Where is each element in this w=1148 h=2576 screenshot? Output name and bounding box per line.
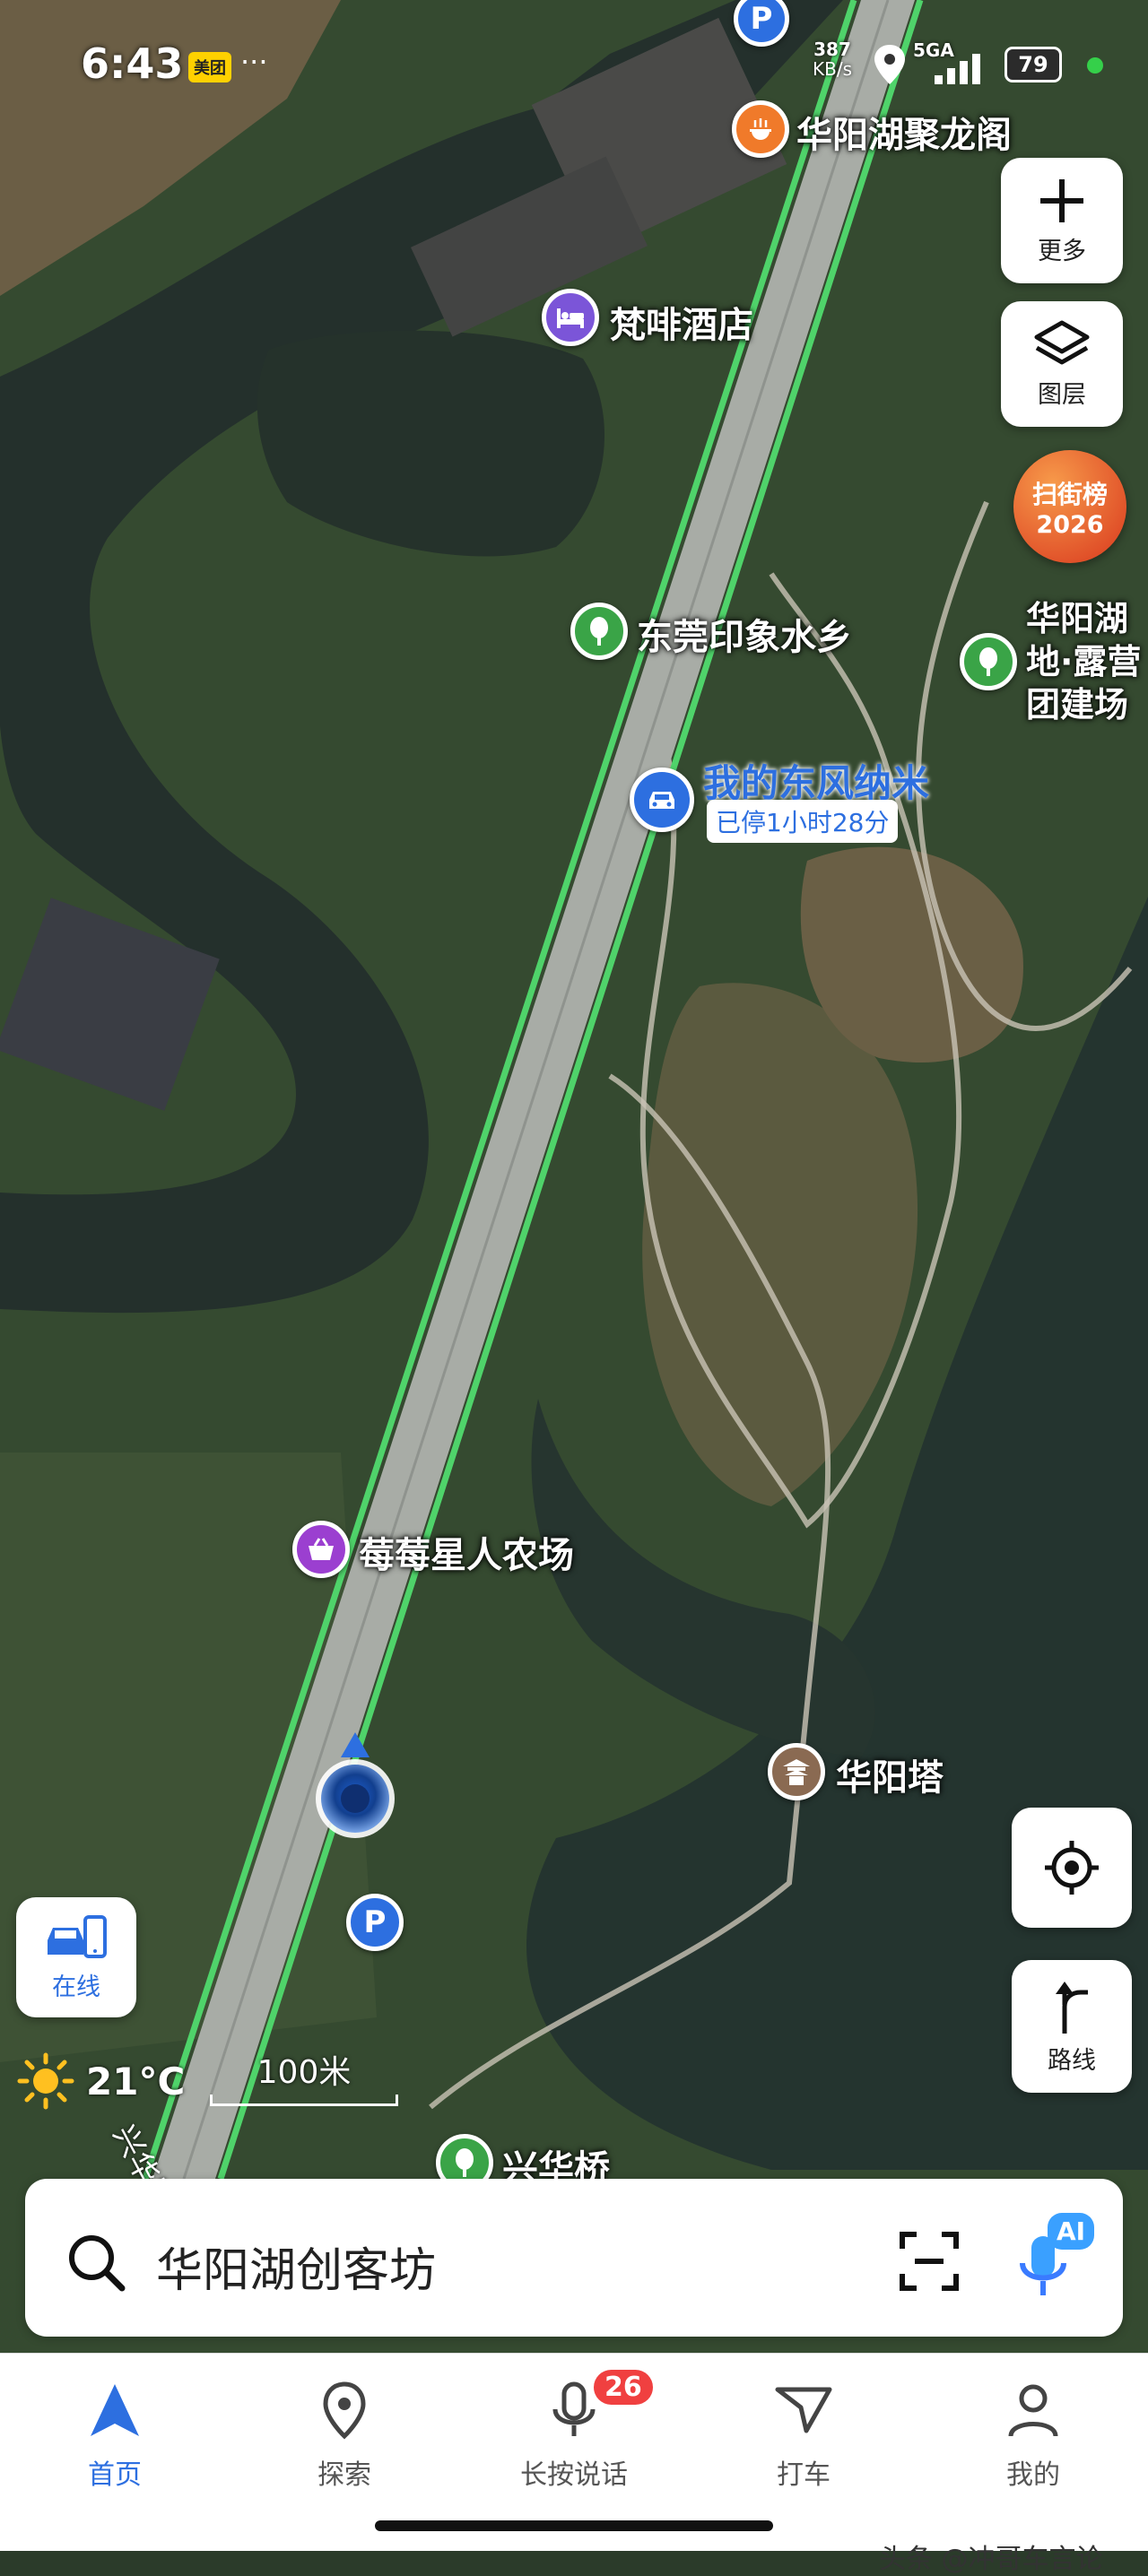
battery-icon: 79 xyxy=(1004,47,1062,82)
navigation-arrow-icon xyxy=(91,2384,139,2436)
nav-taxi[interactable]: 打车 xyxy=(723,2381,884,2492)
restaurant-icon[interactable] xyxy=(732,100,789,158)
scale-label: 100米 xyxy=(257,2054,352,2091)
nav-explore[interactable]: 探索 xyxy=(264,2381,425,2492)
car-phone-icon xyxy=(48,1914,107,1958)
weather-temp: 21°C xyxy=(86,2059,186,2103)
nav-voice-label: 长按说话 xyxy=(520,2459,628,2491)
online-label: 在线 xyxy=(52,1973,100,2001)
network-speed: 387 KB/s xyxy=(813,39,852,79)
nav-home[interactable]: 首页 xyxy=(34,2381,196,2492)
park-icon[interactable] xyxy=(960,633,1017,690)
location-icon xyxy=(872,43,908,90)
ai-badge: AI xyxy=(1048,2213,1095,2250)
home-indicator xyxy=(375,2520,773,2531)
more-button[interactable]: 更多 xyxy=(1001,158,1123,283)
park-icon[interactable] xyxy=(570,603,628,660)
online-car-button[interactable]: 在线 xyxy=(16,1897,136,2017)
locate-button[interactable] xyxy=(1012,1808,1132,1928)
nav-home-label: 首页 xyxy=(88,2459,142,2491)
ranking-line-2: 2026 xyxy=(1036,510,1104,539)
nav-explore-label: 探索 xyxy=(317,2459,371,2491)
campsite-line-3: 团建场 xyxy=(1026,685,1129,724)
poi-label-hotel[interactable]: 梵啡酒店 xyxy=(610,296,753,348)
poi-label-campsite[interactable]: 华阳湖 地·露营 团建场 xyxy=(1026,597,1141,726)
meituan-badge: 美团 xyxy=(188,52,231,82)
nav-profile[interactable]: 我的 xyxy=(952,2381,1114,2492)
poi-label-shuixiang[interactable]: 东莞印象水乡 xyxy=(637,608,852,660)
poi-label-pagoda[interactable]: 华阳塔 xyxy=(836,1748,944,1800)
user-icon xyxy=(1008,2384,1058,2437)
layers-icon xyxy=(1034,320,1090,364)
car-icon[interactable] xyxy=(630,768,694,832)
search-text[interactable]: 华阳湖创客坊 xyxy=(156,2233,436,2300)
shopping-basket-icon[interactable] xyxy=(292,1521,350,1578)
network-speed-value: 387 xyxy=(813,39,851,60)
map-scale: 100米 xyxy=(210,2046,398,2106)
scan-icon[interactable] xyxy=(899,2231,960,2292)
bottom-nav: 首页 探索 长按说话 26 打车 我的 头条 @冲哥车言论 xyxy=(0,2353,1148,2575)
layers-button[interactable]: 图层 xyxy=(1001,301,1123,427)
status-time: 6:43 xyxy=(81,39,184,88)
campsite-line-2: 地·露营 xyxy=(1026,642,1142,681)
search-bar[interactable]: 华阳湖创客坊 AI xyxy=(25,2179,1123,2337)
poi-label-farm[interactable]: 莓莓星人农场 xyxy=(359,1526,574,1578)
weather-widget[interactable]: 21°C xyxy=(16,2051,185,2111)
voice-badge: 26 xyxy=(594,2370,653,2405)
ranking-badge[interactable]: 扫街榜 2026 xyxy=(1013,450,1126,563)
layers-label: 图层 xyxy=(1038,380,1086,409)
poi-label-julongge[interactable]: 华阳湖聚龙阁 xyxy=(796,106,1012,158)
crosshair-icon xyxy=(1045,1841,1099,1895)
plus-icon xyxy=(1040,178,1083,222)
parked-duration: 已停1小时28分 xyxy=(707,800,899,843)
nav-profile-label: 我的 xyxy=(1006,2459,1060,2491)
campsite-line-1: 华阳湖 xyxy=(1026,599,1129,638)
status-more-dots: ··· xyxy=(240,45,268,79)
ai-voice-button[interactable]: AI xyxy=(1012,2213,1101,2303)
route-arrow-icon xyxy=(1056,1981,1088,2034)
route-label: 路线 xyxy=(1048,2046,1096,2075)
ranking-line-1: 扫街榜 xyxy=(1031,479,1108,509)
current-location-marker xyxy=(310,1730,400,1847)
nav-voice[interactable]: 长按说话 26 xyxy=(493,2370,655,2492)
hotel-icon[interactable] xyxy=(542,289,599,346)
more-label: 更多 xyxy=(1038,237,1086,265)
map-pin-icon xyxy=(323,2381,366,2440)
search-icon xyxy=(69,2235,126,2292)
status-dot xyxy=(1087,57,1103,74)
nav-taxi-label: 打车 xyxy=(777,2459,831,2491)
parking-icon[interactable]: P xyxy=(346,1894,404,1951)
route-button[interactable]: 路线 xyxy=(1012,1960,1132,2093)
battery-level: 79 xyxy=(1018,52,1048,77)
taxi-icon xyxy=(775,2387,832,2433)
network-speed-unit: KB/s xyxy=(813,58,852,80)
signal-icon xyxy=(933,52,987,88)
watermark: 头条 @冲哥车言论 xyxy=(879,2544,1103,2575)
pagoda-icon[interactable] xyxy=(768,1743,825,1800)
sun-icon xyxy=(17,2052,74,2110)
scale-bar xyxy=(210,2095,398,2106)
